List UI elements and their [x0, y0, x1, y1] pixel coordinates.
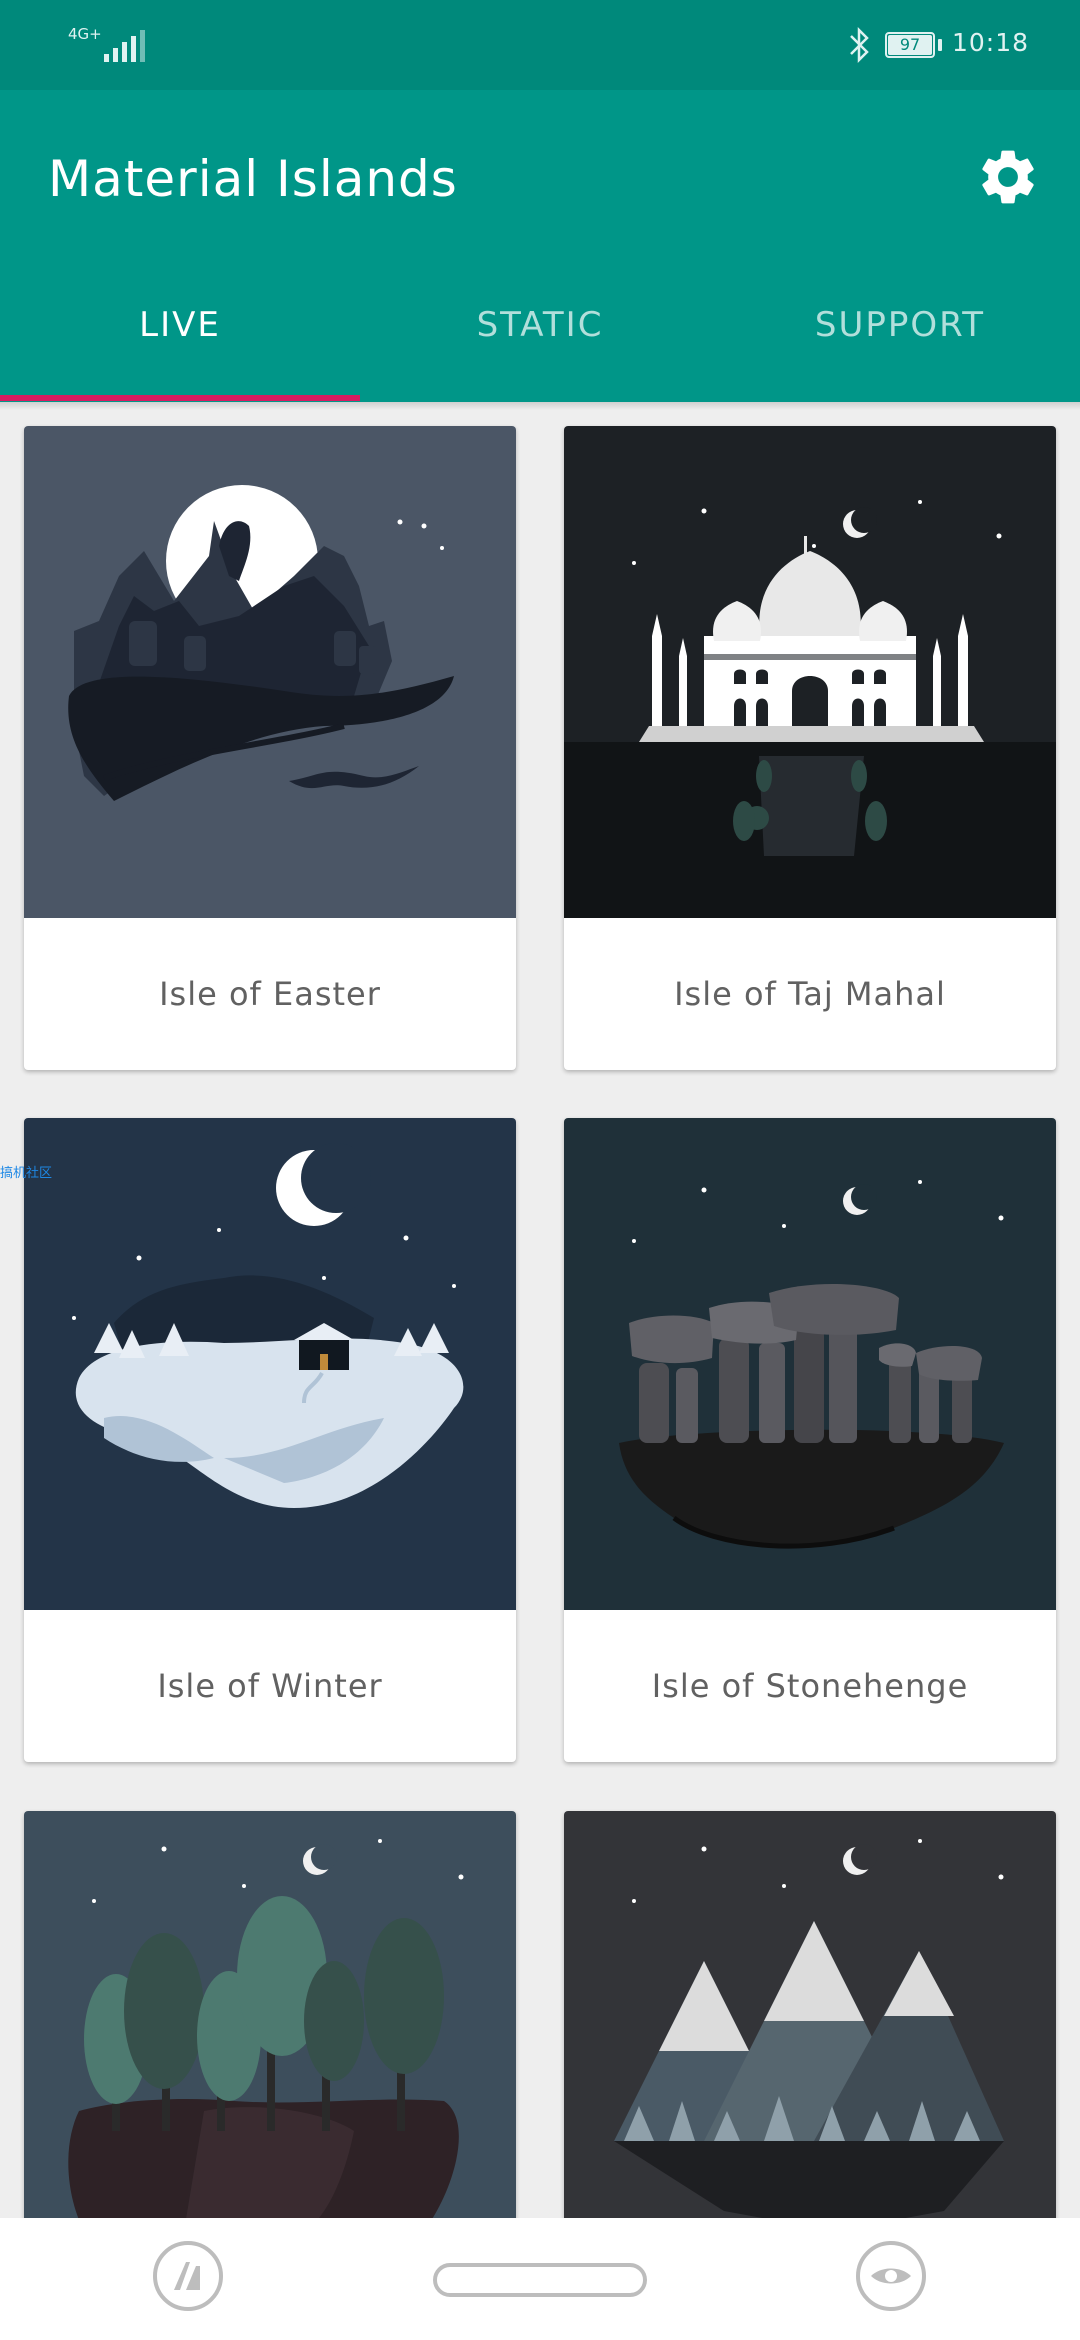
- island-card-mountains[interactable]: [564, 1811, 1056, 2231]
- eye-icon[interactable]: [855, 2240, 927, 2312]
- tab-live[interactable]: LIVE: [0, 280, 360, 402]
- island-card-winter[interactable]: Isle of Winter: [24, 1118, 516, 1762]
- battery-level: 97: [899, 35, 921, 54]
- stonehenge-illustration: [564, 1118, 1056, 1610]
- signal-indicator: 4G+: [68, 24, 145, 64]
- bluetooth-icon: [850, 26, 869, 64]
- network-type: 4G+: [68, 25, 102, 43]
- clock: 10:18: [952, 28, 1030, 57]
- island-card-taj-mahal[interactable]: Isle of Taj Mahal: [564, 426, 1056, 1070]
- island-card-forest[interactable]: [24, 1811, 516, 2231]
- app-title: Material Islands: [48, 150, 458, 208]
- forest-island-illustration: [24, 1811, 516, 2231]
- easter-island-illustration: [24, 426, 516, 918]
- island-name: Isle of Stonehenge: [651, 1667, 969, 1705]
- app-bar: Material Islands LIVE STATIC SUPPORT: [0, 90, 1080, 402]
- island-card-easter[interactable]: Isle of Easter: [24, 426, 516, 1070]
- taj-mahal-illustration: [564, 426, 1056, 918]
- tab-static[interactable]: STATIC: [360, 280, 720, 402]
- signal-bars-icon: [104, 30, 145, 62]
- system-nav-bar: [0, 2218, 1080, 2340]
- tab-support[interactable]: SUPPORT: [720, 280, 1080, 402]
- gear-icon[interactable]: [975, 144, 1041, 210]
- island-name: Isle of Taj Mahal: [674, 975, 946, 1013]
- watermark: 搞机社区: [0, 1166, 53, 1181]
- tab-indicator: [0, 395, 360, 401]
- home-pill-button[interactable]: [433, 2263, 647, 2297]
- island-card-stonehenge[interactable]: Isle of Stonehenge: [564, 1118, 1056, 1762]
- tab-bar: LIVE STATIC SUPPORT: [0, 280, 1080, 402]
- status-bar: 4G+ 97 10:18: [0, 0, 1080, 90]
- battery-icon: 97: [885, 32, 935, 58]
- app-switch-icon[interactable]: [152, 2240, 224, 2312]
- island-name: Isle of Easter: [159, 975, 381, 1013]
- island-name: Isle of Winter: [157, 1667, 383, 1705]
- mountain-island-illustration: [564, 1811, 1056, 2231]
- winter-island-illustration: [24, 1118, 516, 1610]
